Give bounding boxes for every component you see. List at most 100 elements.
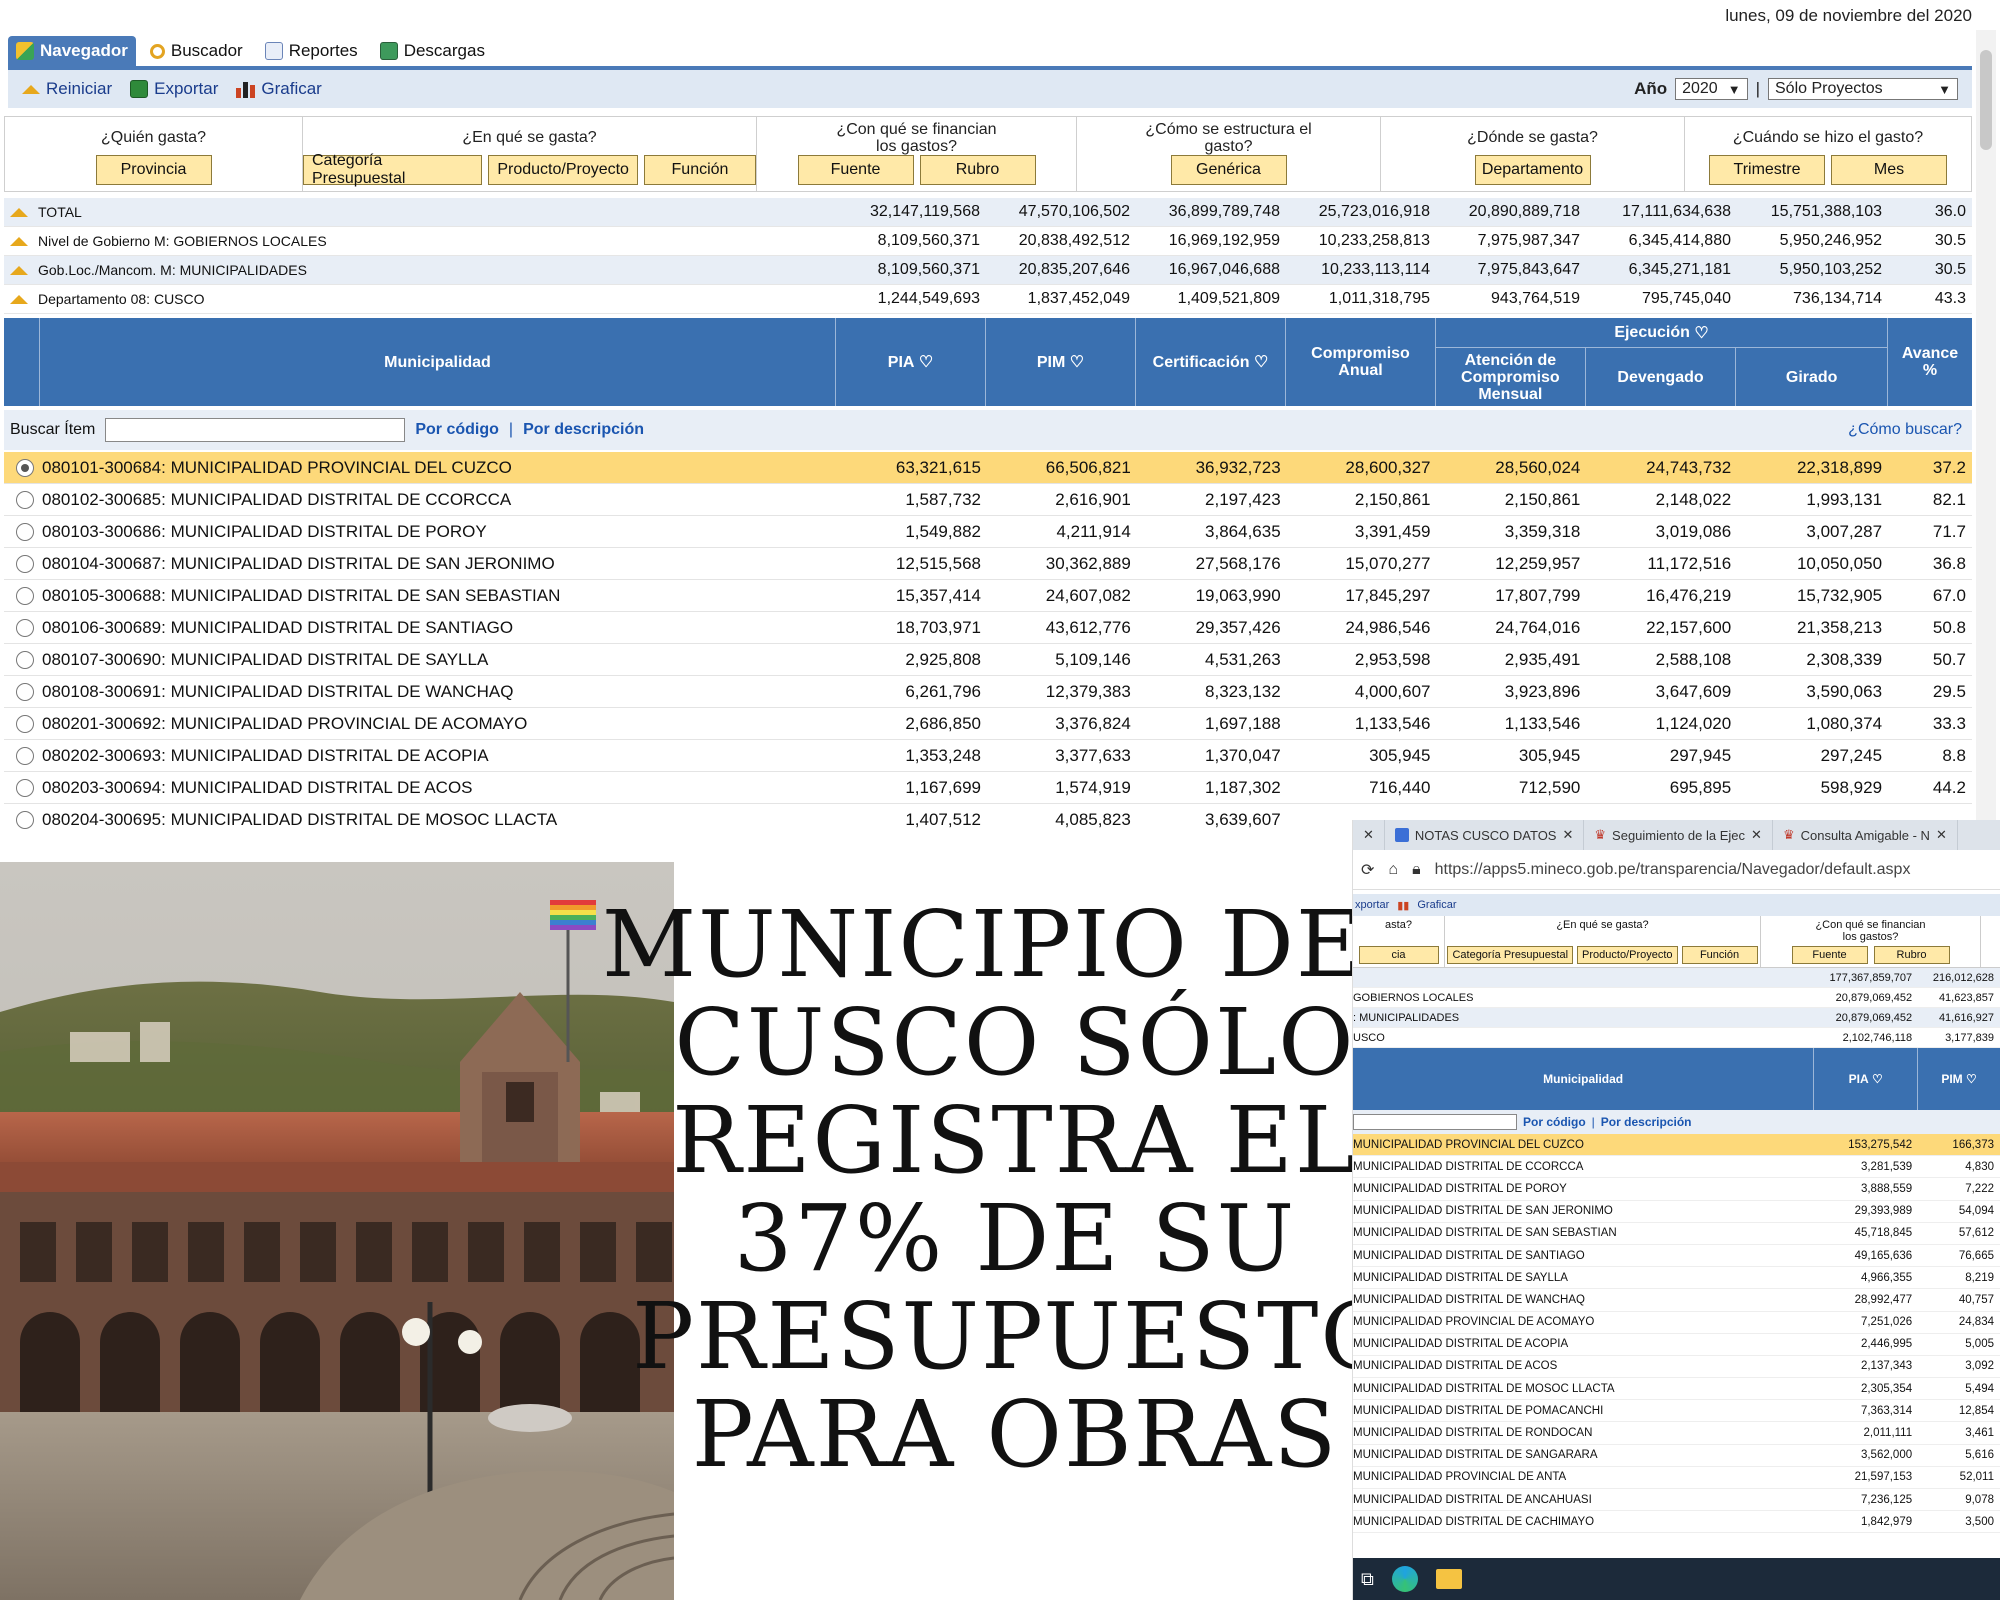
collapse-up-icon[interactable] (10, 265, 28, 275)
table-row[interactable]: 080108-300691: MUNICIPALIDAD DISTRITAL D… (4, 676, 1972, 708)
header-municipalidad[interactable]: Municipalidad (40, 318, 836, 406)
row-radio-button[interactable] (16, 682, 34, 701)
browser-table-row[interactable]: MUNICIPALIDAD DISTRITAL DE ACOPIA 2,446,9… (1353, 1334, 2000, 1356)
categoria-presupuestal-button[interactable]: Categoría Presupuestal (303, 152, 483, 187)
row-radio-button[interactable] (16, 554, 34, 573)
table-row[interactable]: 080201-300692: MUNICIPALIDAD PROVINCIAL … (4, 708, 1972, 740)
table-row[interactable]: 080106-300689: MUNICIPALIDAD DISTRITAL D… (4, 612, 1972, 644)
header-devengado[interactable]: Devengado (1586, 348, 1737, 406)
row-radio-button[interactable] (16, 618, 34, 637)
browser-header-municipalidad[interactable]: Municipalidad (1353, 1048, 1815, 1110)
collapse-up-icon[interactable] (10, 236, 28, 246)
browser-by-desc-link[interactable]: Por descripción (1601, 1115, 1692, 1129)
row-radio-button[interactable] (16, 810, 34, 829)
provincia-button[interactable]: Provincia (95, 155, 212, 185)
row-radio-button[interactable] (16, 778, 34, 797)
header-compromiso[interactable]: Compromiso Anual (1286, 318, 1436, 406)
row-radio-button[interactable] (16, 650, 34, 669)
totals-row-label[interactable]: Nivel de Gobierno M: GOBIERNOS LOCALES (4, 233, 836, 249)
totals-row-label[interactable]: TOTAL (4, 204, 836, 220)
funcion-button[interactable]: Función (1681, 946, 1758, 964)
browser-table-row[interactable]: MUNICIPALIDAD PROVINCIAL DE ANTA 21,597,1… (1353, 1467, 2000, 1489)
browser-tab-consulta[interactable]: ♛ Consulta Amigable - N ✕ (1773, 820, 1958, 850)
browser-table-row[interactable]: MUNICIPALIDAD DISTRITAL DE SAN JERONIMO 2… (1353, 1201, 2000, 1223)
browser-table-row[interactable]: MUNICIPALIDAD DISTRITAL DE ACOS 2,137,343… (1353, 1356, 2000, 1379)
how-to-search-link[interactable]: ¿Cómo buscar? (1848, 421, 1962, 439)
tab-navegador[interactable]: Navegador (8, 36, 136, 66)
fuente-button[interactable]: Fuente (797, 155, 914, 185)
table-row[interactable]: 080203-300694: MUNICIPALIDAD DISTRITAL D… (4, 772, 1972, 804)
close-icon[interactable]: ✕ (1562, 827, 1573, 843)
row-radio-button[interactable] (16, 746, 34, 765)
header-atencion[interactable]: Atención de Compromiso Mensual (1436, 348, 1586, 406)
browser-table-row[interactable]: MUNICIPALIDAD DISTRITAL DE WANCHAQ 28,992… (1353, 1289, 2000, 1312)
browser-table-row[interactable]: MUNICIPALIDAD DISTRITAL DE SANGARARA 3,56… (1353, 1445, 2000, 1467)
tab-buscador[interactable]: Buscador (142, 36, 251, 66)
browser-table-row[interactable]: MUNICIPALIDAD DISTRITAL DE POROY 3,888,55… (1353, 1178, 2000, 1201)
browser-table-row[interactable]: MUNICIPALIDAD DISTRITAL DE SAYLLA 4,966,3… (1353, 1267, 2000, 1290)
browser-table-row[interactable]: MUNICIPALIDAD DISTRITAL DE ANCAHUASI 7,23… (1353, 1489, 2000, 1512)
rubro-button[interactable]: Rubro (1873, 946, 1950, 964)
page-scrollbar[interactable] (1976, 30, 1996, 830)
mes-button[interactable]: Mes (1831, 155, 1947, 185)
rubro-button[interactable]: Rubro (919, 155, 1036, 185)
departamento-button[interactable]: Departamento (1474, 155, 1591, 185)
table-row[interactable]: 080105-300688: MUNICIPALIDAD DISTRITAL D… (4, 580, 1972, 612)
file-explorer-icon[interactable] (1435, 1569, 1462, 1589)
table-row[interactable]: 080104-300687: MUNICIPALIDAD DISTRITAL D… (4, 548, 1972, 580)
collapse-up-icon[interactable] (10, 294, 28, 304)
row-radio-button[interactable] (16, 522, 34, 541)
row-radio-button[interactable] (16, 490, 34, 509)
browser-table-row[interactable]: MUNICIPALIDAD PROVINCIAL DEL CUZCO 153,27… (1353, 1134, 2000, 1157)
table-row[interactable]: 080103-300686: MUNICIPALIDAD DISTRITAL D… (4, 516, 1972, 548)
generica-button[interactable]: Genérica (1170, 155, 1287, 185)
exportar-button[interactable]: Exportar (130, 79, 218, 99)
url-field[interactable]: https://apps5.mineco.gob.pe/transparenci… (1435, 861, 1911, 879)
table-row[interactable]: 080101-300684: MUNICIPALIDAD PROVINCIAL … (4, 452, 1972, 484)
close-icon[interactable]: ✕ (1363, 827, 1374, 843)
edge-browser-icon[interactable] (1391, 1566, 1418, 1592)
totals-row-label[interactable]: Gob.Loc./Mancom. M: MUNICIPALIDADES (4, 262, 836, 278)
tab-reportes[interactable]: Reportes (257, 36, 366, 66)
close-icon[interactable]: ✕ (1751, 827, 1762, 843)
tab-descargas[interactable]: Descargas (372, 36, 493, 66)
browser-search-input[interactable] (1353, 1114, 1517, 1130)
header-pia[interactable]: PIA ♡ (836, 318, 986, 406)
table-row[interactable]: 080102-300685: MUNICIPALIDAD DISTRITAL D… (4, 484, 1972, 516)
graficar-button[interactable]: Graficar (236, 79, 322, 99)
year-select[interactable]: 2020 ▼ (1675, 78, 1748, 100)
table-row[interactable]: 080202-300693: MUNICIPALIDAD DISTRITAL D… (4, 740, 1972, 772)
taskview-icon[interactable]: ⧉ (1361, 1569, 1374, 1590)
home-icon[interactable]: ⌂ (1388, 861, 1398, 879)
header-certificacion[interactable]: Certificación ♡ (1136, 318, 1286, 406)
close-icon[interactable]: ✕ (1936, 827, 1947, 843)
browser-table-row[interactable]: MUNICIPALIDAD DISTRITAL DE SANTIAGO 49,16… (1353, 1245, 2000, 1268)
provincia-button-partial[interactable]: cia (1358, 946, 1439, 964)
browser-by-code-link[interactable]: Por código (1523, 1115, 1586, 1129)
scope-select[interactable]: Sólo Proyectos ▼ (1768, 78, 1958, 100)
reload-icon[interactable]: ⟳ (1361, 860, 1374, 880)
trimestre-button[interactable]: Trimestre (1709, 155, 1825, 185)
header-avance[interactable]: Avance % (1888, 318, 1972, 406)
browser-tab-notas[interactable]: NOTAS CUSCO DATOS ✕ (1385, 820, 1585, 850)
browser-header-pim[interactable]: PIM ♡ (1918, 1048, 2000, 1110)
categoria-button[interactable]: Categoría Presupuestal (1447, 946, 1574, 964)
browser-tab-seguimiento[interactable]: ♛ Seguimiento de la Ejec ✕ (1584, 820, 1773, 850)
search-input[interactable] (105, 418, 406, 442)
browser-header-pia[interactable]: PIA ♡ (1814, 1048, 1919, 1110)
browser-table-row[interactable]: MUNICIPALIDAD DISTRITAL DE CCORCCA 3,281,… (1353, 1156, 2000, 1179)
browser-table-row[interactable]: MUNICIPALIDAD DISTRITAL DE CACHIMAYO 1,84… (1353, 1511, 2000, 1534)
row-radio-button[interactable] (16, 458, 34, 477)
funcion-button[interactable]: Función (643, 155, 756, 185)
browser-table-row[interactable]: MUNICIPALIDAD DISTRITAL DE POMACANCHI 7,3… (1353, 1400, 2000, 1423)
graficar-link[interactable]: Graficar (1417, 899, 1456, 911)
browser-table-row[interactable]: MUNICIPALIDAD DISTRITAL DE SAN SEBASTIAN… (1353, 1223, 2000, 1245)
table-row[interactable]: 080107-300690: MUNICIPALIDAD DISTRITAL D… (4, 644, 1972, 676)
search-by-code-link[interactable]: Por código (415, 421, 499, 439)
search-by-desc-link[interactable]: Por descripción (523, 421, 644, 439)
reiniciar-button[interactable]: Reiniciar (22, 79, 112, 99)
browser-table-row[interactable]: MUNICIPALIDAD DISTRITAL DE MOSOC LLACTA 2… (1353, 1378, 2000, 1401)
browser-tab-partial[interactable]: ✕ (1353, 820, 1385, 850)
header-girado[interactable]: Girado (1736, 348, 1887, 406)
totals-row-label[interactable]: Departamento 08: CUSCO (4, 291, 836, 307)
